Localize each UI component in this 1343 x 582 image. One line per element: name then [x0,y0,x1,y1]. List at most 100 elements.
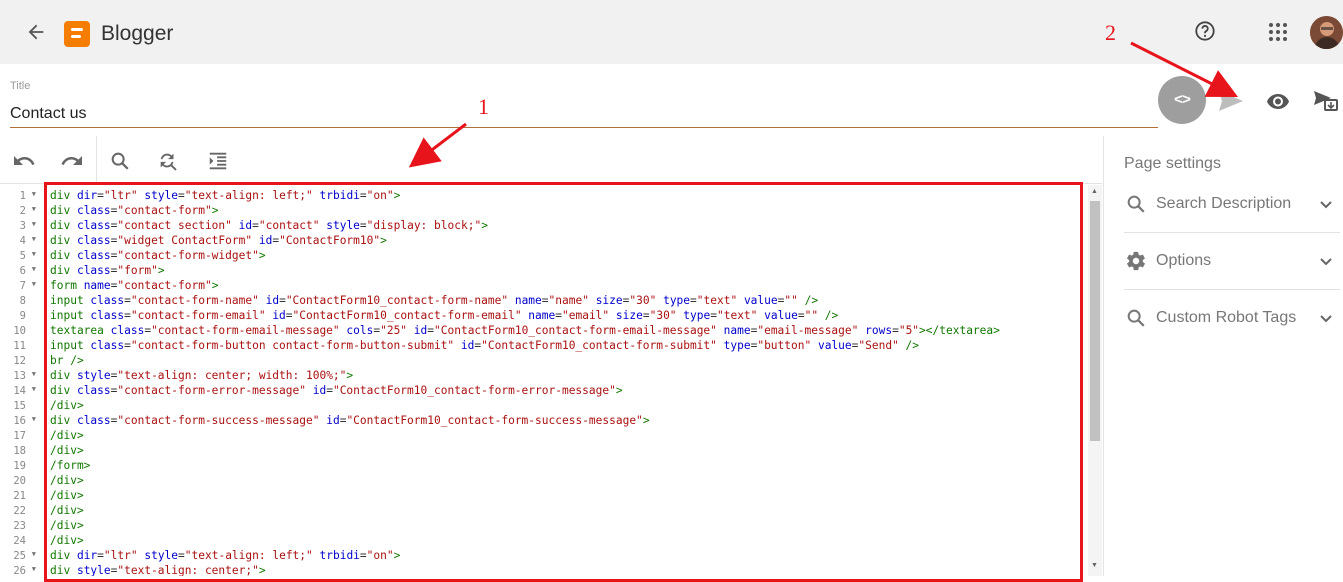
code-line[interactable]: input class="contact-form-email" id="Con… [50,308,838,323]
fold-toggle-icon[interactable]: ▼ [32,565,36,573]
format-indent-button[interactable] [205,148,231,174]
toolbar-divider [96,136,97,184]
line-number: 12 [13,355,26,367]
fold-toggle-icon[interactable]: ▼ [32,415,36,423]
fold-toggle-icon[interactable]: ▼ [32,370,36,378]
custom-robot-tags-item[interactable]: Custom Robot Tags [1124,298,1340,338]
avatar[interactable] [1310,16,1343,49]
eye-icon [1267,94,1289,109]
code-line[interactable]: div dir="ltr" style="text-align: left;" … [50,548,400,563]
scrollbar-thumb[interactable] [1090,201,1100,441]
fold-toggle-icon[interactable]: ▼ [32,205,36,213]
title-label: Title [10,80,31,92]
format-indent-icon [209,152,227,170]
line-number: 16 ▼ [13,415,36,427]
code-line[interactable]: div class="contact-form-success-message"… [50,413,650,428]
search-icon [111,152,129,170]
code-line[interactable]: div class="widget ContactForm" id="Conta… [50,233,387,248]
line-number: 22 [13,505,26,517]
back-button[interactable] [22,18,50,46]
chevron-down-icon [1316,251,1336,271]
editor-scrollbar[interactable]: ▲ ▼ [1088,185,1102,576]
app-title: Blogger [101,22,174,45]
code-line[interactable]: div class="contact-form-error-message" i… [50,383,623,398]
undo-button[interactable] [11,148,37,174]
scroll-up-arrow-icon[interactable]: ▲ [1091,188,1098,195]
code-line[interactable]: /div> [50,473,84,488]
line-number: 1 ▼ [19,190,36,202]
find-replace-button[interactable] [155,148,181,174]
save-draft-button[interactable] [1311,86,1341,116]
line-number: 19 [13,460,26,472]
send-to-drafts-icon [1314,91,1338,111]
annotation-number-1: 1 [478,94,489,119]
redo-button[interactable] [59,148,85,174]
code-line[interactable]: /div> [50,518,84,533]
code-line[interactable]: input class="contact-form-name" id="Cont… [50,293,818,308]
find-replace-icon [160,153,177,171]
code-line[interactable]: br /> [50,353,84,368]
line-number: 21 [13,490,26,502]
code-line[interactable]: /div> [50,398,84,413]
fold-toggle-icon[interactable]: ▼ [32,550,36,558]
line-number: 2 ▼ [19,205,36,217]
options-item[interactable]: Options [1124,241,1340,281]
line-number: 13 ▼ [13,370,36,382]
line-number: 24 [13,535,26,547]
undo-icon [14,156,35,165]
code-line[interactable]: div dir="ltr" style="text-align: left;" … [50,188,400,203]
options-label: Options [1156,252,1212,269]
code-line[interactable]: div style="text-align: center;"> [50,563,266,576]
line-number: 26 ▼ [13,565,36,576]
code-line[interactable]: div style="text-align: center; width: 10… [50,368,353,383]
code-line[interactable]: div class="form"> [50,263,165,278]
code-line[interactable]: div class="contact section" id="contact"… [50,218,488,233]
apps-grid-icon [1269,23,1287,41]
annotation-number-2: 2 [1105,20,1116,45]
code-area[interactable]: div dir="ltr" style="text-align: left;" … [50,185,1086,576]
fold-toggle-icon[interactable]: ▼ [32,265,36,273]
scroll-down-arrow-icon[interactable]: ▼ [1091,562,1098,569]
line-number: 15 [13,400,26,412]
panel-separator [1124,289,1340,290]
code-line[interactable]: div class="contact-form"> [50,203,218,218]
panel-divider [1103,136,1104,576]
code-line[interactable]: /form> [50,458,90,473]
search-button[interactable] [107,148,133,174]
preview-button[interactable] [1263,86,1293,116]
search-description-item[interactable]: Search Description [1124,184,1340,224]
code-line[interactable]: textarea class="contact-form-email-messa… [50,323,1000,338]
editor-toolbar [0,136,1102,184]
title-input[interactable] [10,100,1158,128]
html-code-editor[interactable]: 1 ▼ 2 ▼ 3 ▼ 4 ▼ 5 ▼ 6 ▼ 7 ▼ 8 9 10 11 12 13 ▼ 14 ▼ 15 16 ▼ 17 18 19 2… [0,185,1102,576]
code-line[interactable]: /div> [50,428,84,443]
fold-toggle-icon[interactable]: ▼ [32,235,36,243]
code-line[interactable]: /div> [50,533,84,548]
code-line[interactable]: div class="contact-form-widget"> [50,248,266,263]
line-number: 18 [13,445,26,457]
chevron-down-icon [1316,194,1336,214]
line-number: 23 [13,520,26,532]
fold-toggle-icon[interactable]: ▼ [32,280,36,288]
code-line[interactable]: /div> [50,443,84,458]
code-line[interactable]: input class="contact-form-button contact… [50,338,919,353]
code-line[interactable]: /div> [50,503,84,518]
code-line[interactable]: /div> [50,488,84,503]
arrow-back-icon [28,24,44,40]
fold-toggle-icon[interactable]: ▼ [32,385,36,393]
send-icon [1219,91,1243,111]
line-number: 4 ▼ [19,235,36,247]
code-line[interactable]: form name="contact-form"> [50,278,218,293]
fold-toggle-icon[interactable]: ▼ [32,250,36,258]
fold-toggle-icon[interactable]: ▼ [32,190,36,198]
html-view-toggle-button[interactable]: <> [1158,76,1206,124]
publish-button[interactable] [1216,86,1246,116]
gear-icon [1124,249,1148,273]
apps-button[interactable] [1264,18,1292,46]
app-bar: Blogger [0,0,1343,64]
line-number: 8 [19,295,26,307]
fold-toggle-icon[interactable]: ▼ [32,220,36,228]
help-button[interactable] [1190,16,1220,46]
line-number: 20 [13,475,26,487]
chevron-down-icon [1316,308,1336,328]
